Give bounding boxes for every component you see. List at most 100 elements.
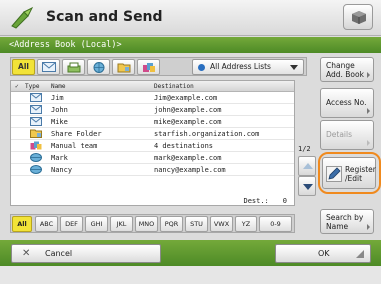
index-vwx[interactable]: VWX: [210, 216, 233, 232]
chevron-right-icon: [367, 72, 370, 78]
change-addbook-line2: Add. Book: [326, 70, 364, 79]
col-name: Name: [51, 83, 66, 90]
chevron-right-icon: [367, 140, 370, 146]
chevron-right-icon: [367, 108, 370, 114]
ifax-icon: [93, 62, 105, 73]
group-icon: [30, 141, 42, 150]
address-list-label: All Address Lists: [210, 62, 271, 71]
index-0-9[interactable]: 0-9: [259, 216, 292, 232]
ok-label: OK: [318, 249, 330, 258]
change-address-book-button[interactable]: Change Add. Book: [320, 57, 374, 82]
file-server-icon: [30, 129, 42, 138]
index-stu[interactable]: STU: [185, 216, 208, 232]
list-item[interactable]: Mark mark@example.com: [11, 152, 294, 164]
row-name: Nancy: [51, 166, 73, 174]
chevron-down-icon: [290, 65, 298, 70]
group-icon: [143, 63, 155, 72]
row-name: Jim: [51, 94, 64, 102]
list-header: ✓ Type Name Destination: [11, 81, 294, 92]
email-icon: [42, 62, 56, 72]
list-item[interactable]: John john@example.com: [11, 104, 294, 116]
title-bar: Scan and Send: [0, 0, 381, 36]
register-edit-button[interactable]: Register /Edit: [322, 157, 376, 189]
index-jkl[interactable]: JKL: [110, 216, 133, 232]
check-icon: ✓: [15, 83, 19, 90]
index-abc[interactable]: ABC: [35, 216, 58, 232]
col-destination: Destination: [154, 83, 194, 90]
filter-fax-button[interactable]: [62, 59, 85, 75]
row-destination: 4 destinations: [154, 142, 214, 150]
details-button[interactable]: Details: [320, 120, 374, 150]
page-title: Scan and Send: [46, 9, 163, 25]
register-line2: /Edit: [345, 174, 363, 183]
change-addbook-line1: Change: [326, 61, 355, 70]
email-icon: [30, 117, 42, 126]
ok-corner-icon: [356, 250, 364, 258]
list-item[interactable]: Mike mike@example.com: [11, 116, 294, 128]
dest-count-value: 0: [282, 197, 287, 205]
page-indicator: 1/2: [298, 145, 311, 153]
type-filter-bar: All All Address Lists: [10, 57, 307, 76]
index-pqr[interactable]: PQR: [160, 216, 183, 232]
filter-group-button[interactable]: [137, 59, 160, 75]
fax-icon: [67, 62, 81, 73]
row-destination: Jim@example.com: [154, 94, 218, 102]
search-line2: Name: [326, 222, 349, 231]
register-label: Register /Edit: [345, 165, 376, 183]
ifax-icon: [30, 153, 42, 162]
dest-label: Dest.:: [243, 197, 269, 205]
cancel-label: Cancel: [45, 249, 73, 258]
index-ghi[interactable]: GHI: [85, 216, 108, 232]
index-def[interactable]: DEF: [60, 216, 83, 232]
register-highlight: Register /Edit: [318, 152, 381, 194]
list-item[interactable]: Jim Jim@example.com: [11, 92, 294, 104]
close-icon: ✕: [22, 248, 31, 259]
arrow-up-icon: [303, 163, 313, 169]
access-no-label: Access No.: [326, 98, 367, 107]
scan-send-icon: [11, 6, 34, 29]
breadcrumb: <Address Book (Local)>: [0, 37, 381, 53]
row-destination: nancy@example.com: [154, 166, 226, 174]
list-item[interactable]: Share Folder starfish.organization.com: [11, 128, 294, 140]
index-all[interactable]: All: [12, 216, 32, 232]
scroll-up-button[interactable]: [298, 156, 316, 176]
bottom-action-bar: ✕ Cancel OK: [0, 240, 381, 266]
row-name: Manual team: [51, 142, 98, 150]
search-by-name-button[interactable]: Search by Name: [320, 209, 374, 234]
cancel-button[interactable]: ✕ Cancel: [11, 244, 161, 263]
row-name: Mike: [51, 118, 68, 126]
filter-ifax-button[interactable]: [87, 59, 110, 75]
address-list-dropdown[interactable]: All Address Lists: [192, 59, 304, 75]
ifax-icon: [30, 165, 42, 174]
filter-file-server-button[interactable]: [112, 59, 135, 75]
col-type: Type: [25, 83, 40, 90]
index-yz[interactable]: YZ: [235, 216, 257, 232]
filter-email-button[interactable]: [37, 59, 60, 75]
email-icon: [30, 93, 42, 102]
pen-icon: [326, 166, 342, 182]
filter-all-button[interactable]: All: [12, 59, 35, 75]
address-list: ✓ Type Name Destination Jim Jim@example.…: [10, 80, 295, 206]
scroll-down-button[interactable]: [298, 176, 316, 196]
file-server-icon: [117, 63, 131, 73]
chevron-right-icon: [367, 224, 370, 230]
row-destination: mike@example.com: [154, 118, 222, 126]
alphabet-index-bar: All ABC DEF GHI JKL MNO PQR STU VWX YZ 0…: [10, 214, 295, 233]
register-line1: Register: [345, 165, 376, 174]
email-icon: [30, 105, 42, 114]
details-label: Details: [326, 130, 353, 139]
cube-icon: [352, 11, 366, 24]
cube-button[interactable]: [343, 4, 373, 30]
search-line1: Search by: [326, 213, 364, 222]
address-list-icon: [198, 64, 205, 71]
row-destination: mark@example.com: [154, 154, 222, 162]
destination-count: Dest.: 0: [10, 197, 295, 207]
index-mno[interactable]: MNO: [135, 216, 158, 232]
list-item[interactable]: Nancy nancy@example.com: [11, 164, 294, 176]
row-name: Share Folder: [51, 130, 102, 138]
row-name: Mark: [51, 154, 68, 162]
access-number-button[interactable]: Access No.: [320, 88, 374, 118]
row-destination: starfish.organization.com: [154, 130, 260, 138]
list-item[interactable]: Manual team 4 destinations: [11, 140, 294, 152]
ok-button[interactable]: OK: [275, 244, 371, 263]
